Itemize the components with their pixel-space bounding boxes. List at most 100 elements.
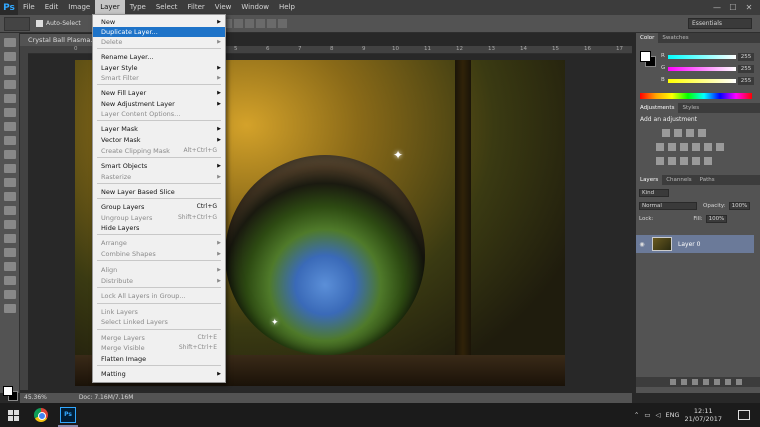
notification-icon[interactable] bbox=[738, 410, 750, 420]
channel-b-value[interactable]: 255 bbox=[738, 77, 754, 85]
language-indicator[interactable]: ENG bbox=[666, 411, 680, 419]
tab-channels[interactable]: Channels bbox=[662, 175, 695, 185]
layer-row[interactable]: ◉ Layer 0 bbox=[636, 235, 754, 253]
trash-icon[interactable] bbox=[736, 379, 742, 385]
hue-saturation-icon[interactable] bbox=[668, 143, 676, 151]
align-icon[interactable] bbox=[266, 19, 276, 28]
close-button[interactable]: ✕ bbox=[742, 0, 756, 15]
fill-input[interactable]: 100% bbox=[705, 214, 728, 223]
path-select-tool-icon[interactable] bbox=[3, 262, 16, 271]
curves-icon[interactable] bbox=[686, 129, 694, 137]
vibrance-icon[interactable] bbox=[656, 143, 664, 151]
color-spectrum[interactable] bbox=[640, 93, 752, 99]
gradient-map-icon[interactable] bbox=[692, 157, 700, 165]
align-icon[interactable] bbox=[255, 19, 265, 28]
posterize-icon[interactable] bbox=[668, 157, 676, 165]
gradient-tool-icon[interactable] bbox=[3, 192, 16, 201]
layer-menu-item[interactable]: Hide Layers bbox=[93, 223, 225, 233]
channel-b-slider[interactable] bbox=[668, 79, 736, 83]
menu-layer[interactable]: Layer bbox=[95, 0, 125, 15]
auto-select-checkbox[interactable] bbox=[36, 20, 43, 27]
mask-icon[interactable] bbox=[692, 379, 698, 385]
channel-r-slider[interactable] bbox=[668, 55, 736, 59]
minimize-button[interactable]: — bbox=[710, 0, 724, 15]
selective-color-icon[interactable] bbox=[704, 157, 712, 165]
photo-filter-icon[interactable] bbox=[704, 143, 712, 151]
menu-edit[interactable]: Edit bbox=[40, 0, 64, 15]
layer-menu-item[interactable]: Create Clipping Mask Alt+Ctrl+G bbox=[93, 146, 225, 156]
menu-file[interactable]: File bbox=[18, 0, 40, 15]
tab-layers[interactable]: Layers bbox=[636, 175, 663, 185]
layer-menu-item[interactable]: Merge Layers Ctrl+E bbox=[93, 333, 225, 343]
invert-icon[interactable] bbox=[656, 157, 664, 165]
eyedropper-tool-icon[interactable] bbox=[3, 108, 16, 117]
fx-icon[interactable] bbox=[681, 379, 687, 385]
layer-menu-item[interactable]: New Adjustment Layer ▶ bbox=[93, 99, 225, 109]
layer-menu-item[interactable]: Smart Filter ▶ bbox=[93, 73, 225, 83]
brightness-icon[interactable] bbox=[662, 129, 670, 137]
foreground-color-swatch[interactable] bbox=[3, 386, 13, 396]
layer-menu-item[interactable]: Ungroup Layers Shift+Ctrl+G bbox=[93, 213, 225, 223]
blend-mode-select[interactable]: Normal bbox=[639, 201, 697, 210]
layer-menu-item[interactable]: Group Layers Ctrl+G bbox=[93, 202, 225, 212]
menu-image[interactable]: Image bbox=[63, 0, 95, 15]
menu-select[interactable]: Select bbox=[151, 0, 183, 15]
type-tool-icon[interactable] bbox=[3, 248, 16, 257]
tab-adjustments[interactable]: Adjustments bbox=[636, 103, 679, 113]
exposure-icon[interactable] bbox=[698, 129, 706, 137]
tab-paths[interactable]: Paths bbox=[696, 175, 719, 185]
align-icon[interactable] bbox=[277, 19, 287, 28]
layer-menu-item[interactable]: Lock All Layers in Group... bbox=[93, 291, 225, 301]
layer-menu-item[interactable]: Duplicate Layer... bbox=[93, 27, 225, 37]
network-icon[interactable]: ▭ bbox=[644, 411, 650, 419]
tab-swatches[interactable]: Swatches bbox=[658, 33, 692, 43]
menu-help[interactable]: Help bbox=[274, 0, 300, 15]
layer-menu-item[interactable]: Rename Layer... bbox=[93, 52, 225, 62]
tab-styles[interactable]: Styles bbox=[678, 103, 703, 113]
menu-window[interactable]: Window bbox=[236, 0, 274, 15]
blur-tool-icon[interactable] bbox=[3, 206, 16, 215]
windows-start-icon[interactable] bbox=[8, 410, 19, 421]
move-tool-icon[interactable] bbox=[3, 38, 16, 47]
pen-tool-icon[interactable] bbox=[3, 234, 16, 243]
layer-menu-item[interactable]: Layer Style ▶ bbox=[93, 63, 225, 73]
layer-menu-item[interactable]: Matting ▶ bbox=[93, 369, 225, 379]
channel-g-value[interactable]: 255 bbox=[738, 65, 754, 73]
channel-r-value[interactable]: 255 bbox=[738, 53, 754, 61]
hand-tool-icon[interactable] bbox=[3, 290, 16, 299]
layer-menu-item[interactable]: Combine Shapes ▶ bbox=[93, 249, 225, 259]
layer-menu-item[interactable]: Smart Objects ▶ bbox=[93, 161, 225, 171]
align-icon[interactable] bbox=[244, 19, 254, 28]
black-white-icon[interactable] bbox=[692, 143, 700, 151]
workspace-select[interactable]: Essentials bbox=[688, 18, 752, 29]
brush-tool-icon[interactable] bbox=[3, 136, 16, 145]
layer-menu-item[interactable]: Rasterize ▶ bbox=[93, 172, 225, 182]
channel-mixer-icon[interactable] bbox=[716, 143, 724, 151]
lasso-tool-icon[interactable] bbox=[3, 66, 16, 75]
threshold-icon[interactable] bbox=[680, 157, 688, 165]
crop-tool-icon[interactable] bbox=[3, 94, 16, 103]
layer-menu-item[interactable]: Arrange ▶ bbox=[93, 238, 225, 248]
tool-preset-picker[interactable] bbox=[4, 16, 30, 31]
zoom-tool-icon[interactable] bbox=[3, 304, 16, 313]
photoshop-taskbar-icon[interactable]: Ps bbox=[60, 407, 76, 423]
shape-tool-icon[interactable] bbox=[3, 276, 16, 285]
opacity-input[interactable]: 100% bbox=[728, 201, 751, 210]
menu-type[interactable]: Type bbox=[125, 0, 151, 15]
chevron-up-icon[interactable]: ⌃ bbox=[634, 411, 639, 419]
new-layer-icon[interactable] bbox=[725, 379, 731, 385]
eye-icon[interactable]: ◉ bbox=[636, 241, 648, 248]
dodge-tool-icon[interactable] bbox=[3, 220, 16, 229]
layer-menu-item[interactable]: Layer Content Options... bbox=[93, 109, 225, 119]
color-balance-icon[interactable] bbox=[680, 143, 688, 151]
foreground-color-swatch[interactable] bbox=[640, 51, 651, 62]
layer-menu-item[interactable]: Delete ▶ bbox=[93, 37, 225, 47]
eraser-tool-icon[interactable] bbox=[3, 178, 16, 187]
healing-tool-icon[interactable] bbox=[3, 122, 16, 131]
layer-menu-item[interactable]: Link Layers bbox=[93, 307, 225, 317]
levels-icon[interactable] bbox=[674, 129, 682, 137]
layer-menu-item[interactable]: Distribute ▶ bbox=[93, 276, 225, 286]
channel-g-slider[interactable] bbox=[668, 67, 736, 71]
layer-menu-item[interactable]: Vector Mask ▶ bbox=[93, 135, 225, 145]
layer-menu-item[interactable]: Select Linked Layers bbox=[93, 317, 225, 327]
